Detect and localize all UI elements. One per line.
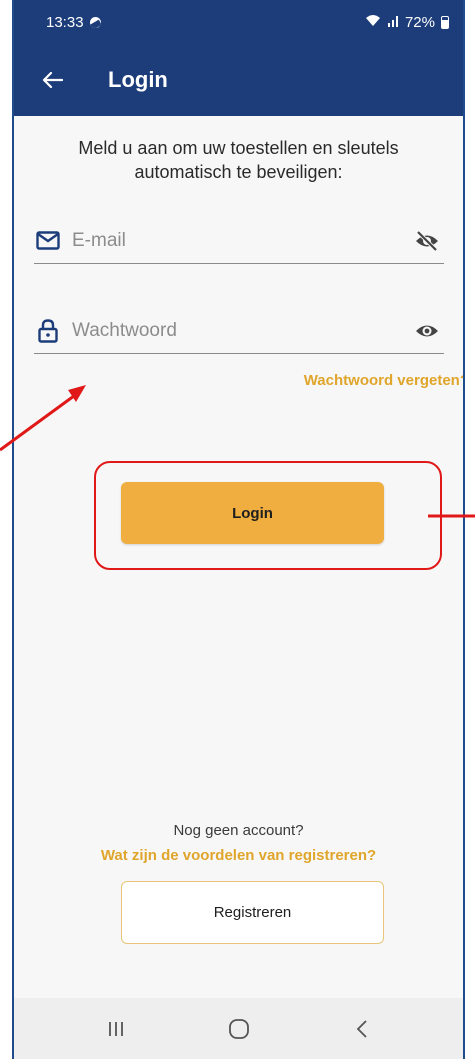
- battery-percent: 72%: [404, 13, 435, 31]
- benefits-link[interactable]: Wat zijn de voordelen van registreren?: [14, 847, 463, 864]
- app-bar: Login: [14, 44, 463, 116]
- wifi-icon: [365, 14, 381, 31]
- status-bar: 13:33 72%: [14, 0, 463, 44]
- email-field: [34, 218, 444, 264]
- signal-icon: [387, 14, 399, 31]
- login-button[interactable]: Login: [121, 482, 384, 544]
- email-input[interactable]: [72, 218, 412, 263]
- system-nav-bar: [14, 998, 463, 1059]
- phone-screen: 13:33 72% Login Meld u aan om uw toestel…: [12, 0, 465, 1059]
- home-icon[interactable]: [219, 1009, 259, 1049]
- eye-icon[interactable]: [412, 316, 442, 346]
- intro-text: Meld u aan om uw toestellen en sleutels …: [78, 138, 399, 182]
- password-input[interactable]: [72, 308, 412, 353]
- lock-icon: [34, 317, 62, 345]
- register-button[interactable]: Registreren: [121, 881, 384, 944]
- data-saver-icon: [89, 16, 101, 28]
- status-time: 13:33: [46, 13, 84, 31]
- battery-icon: [441, 15, 449, 29]
- back-nav-icon[interactable]: [342, 1009, 382, 1049]
- recents-icon[interactable]: [96, 1009, 136, 1049]
- back-arrow-icon[interactable]: [38, 66, 66, 94]
- page-title: Login: [108, 67, 168, 92]
- eye-slash-icon[interactable]: [412, 226, 442, 256]
- forgot-password-link[interactable]: Wachtwoord vergeten?: [304, 372, 463, 389]
- no-account-text: Nog geen account?: [173, 822, 304, 839]
- password-field: [34, 308, 444, 354]
- mail-icon: [34, 227, 62, 255]
